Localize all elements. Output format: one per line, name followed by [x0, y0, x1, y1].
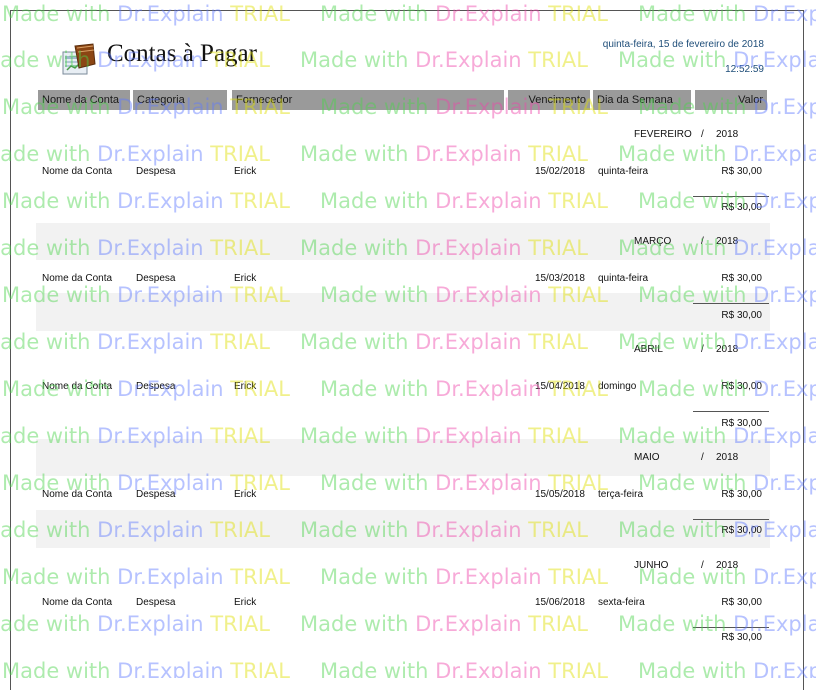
cell-vencimento: 15/03/2018 — [534, 273, 585, 284]
report-page-frame — [10, 10, 804, 690]
report-time: 12:52:59 — [725, 64, 764, 75]
cell-nome: Nome da Conta — [42, 597, 113, 608]
subtotal-line — [693, 519, 769, 520]
group-subtotal: R$ 30,00 — [721, 525, 762, 536]
cell-vencimento: 15/02/2018 — [534, 166, 585, 177]
cell-dia-semana: quinta-feira — [598, 273, 649, 284]
group-year: 2018 — [716, 560, 739, 571]
cell-vencimento: 15/04/2018 — [534, 381, 585, 392]
cell-valor: R$ 30,00 — [721, 381, 762, 392]
group-separator: / — [701, 452, 704, 463]
cell-fornecedor: Erick — [234, 597, 257, 608]
cell-valor: R$ 30,00 — [721, 597, 762, 608]
cell-nome: Nome da Conta — [42, 273, 113, 284]
subtotal-line — [693, 303, 769, 304]
cell-valor: R$ 30,00 — [721, 489, 762, 500]
subtotal-line — [693, 196, 769, 197]
group-subtotal: R$ 30,00 — [721, 632, 762, 643]
group-band — [36, 510, 770, 548]
column-header-vencimento[interactable]: Vencimento — [508, 90, 590, 110]
subtotal-line — [693, 627, 769, 628]
report-title: Contas à Pagar — [107, 40, 257, 67]
group-year: 2018 — [716, 129, 739, 140]
group-separator: / — [701, 560, 704, 571]
group-subtotal: R$ 30,00 — [721, 310, 762, 321]
column-header-nome-da-conta[interactable]: Nome da Conta — [38, 90, 130, 110]
group-month: JUNHO — [634, 560, 669, 571]
group-year: 2018 — [716, 452, 739, 463]
cell-categoria: Despesa — [136, 166, 176, 177]
cell-valor: R$ 30,00 — [721, 166, 762, 177]
group-month: ABRIL — [634, 344, 663, 355]
cell-vencimento: 15/05/2018 — [534, 489, 585, 500]
cell-categoria: Despesa — [136, 597, 176, 608]
column-header-fornecedor[interactable]: Fornecedor — [232, 90, 504, 110]
cell-fornecedor: Erick — [234, 381, 257, 392]
cell-nome: Nome da Conta — [42, 166, 113, 177]
cell-categoria: Despesa — [136, 489, 176, 500]
group-month: FEVEREIRO — [634, 129, 692, 140]
cell-categoria: Despesa — [136, 381, 176, 392]
group-band — [36, 293, 770, 331]
group-year: 2018 — [716, 236, 739, 247]
cell-dia-semana: domingo — [598, 381, 637, 392]
column-header-valor[interactable]: Valor — [695, 90, 767, 110]
group-separator: / — [701, 344, 704, 355]
group-separator: / — [701, 129, 704, 140]
column-header-dia-da-semana[interactable]: Dia da Semana — [593, 90, 691, 110]
subtotal-line — [693, 411, 769, 412]
group-subtotal: R$ 30,00 — [721, 202, 762, 213]
cell-fornecedor: Erick — [234, 273, 257, 284]
ledger-book-icon — [62, 43, 96, 75]
cell-dia-semana: sexta-feira — [598, 597, 645, 608]
group-month: MARÇO — [634, 236, 672, 247]
cell-vencimento: 15/06/2018 — [534, 597, 585, 608]
cell-valor: R$ 30,00 — [721, 273, 762, 284]
group-separator: / — [701, 236, 704, 247]
group-year: 2018 — [716, 344, 739, 355]
cell-nome: Nome da Conta — [42, 489, 113, 500]
report-date: quinta-feira, 15 de fevereiro de 2018 — [602, 39, 764, 50]
cell-fornecedor: Erick — [234, 489, 257, 500]
group-subtotal: R$ 30,00 — [721, 418, 762, 429]
cell-dia-semana: quinta-feira — [598, 166, 649, 177]
cell-nome: Nome da Conta — [42, 381, 113, 392]
cell-fornecedor: Erick — [234, 166, 257, 177]
cell-categoria: Despesa — [136, 273, 176, 284]
group-month: MAIO — [634, 452, 660, 463]
column-header-categoria[interactable]: Categoria — [133, 90, 227, 110]
cell-dia-semana: terça-feira — [598, 489, 644, 500]
